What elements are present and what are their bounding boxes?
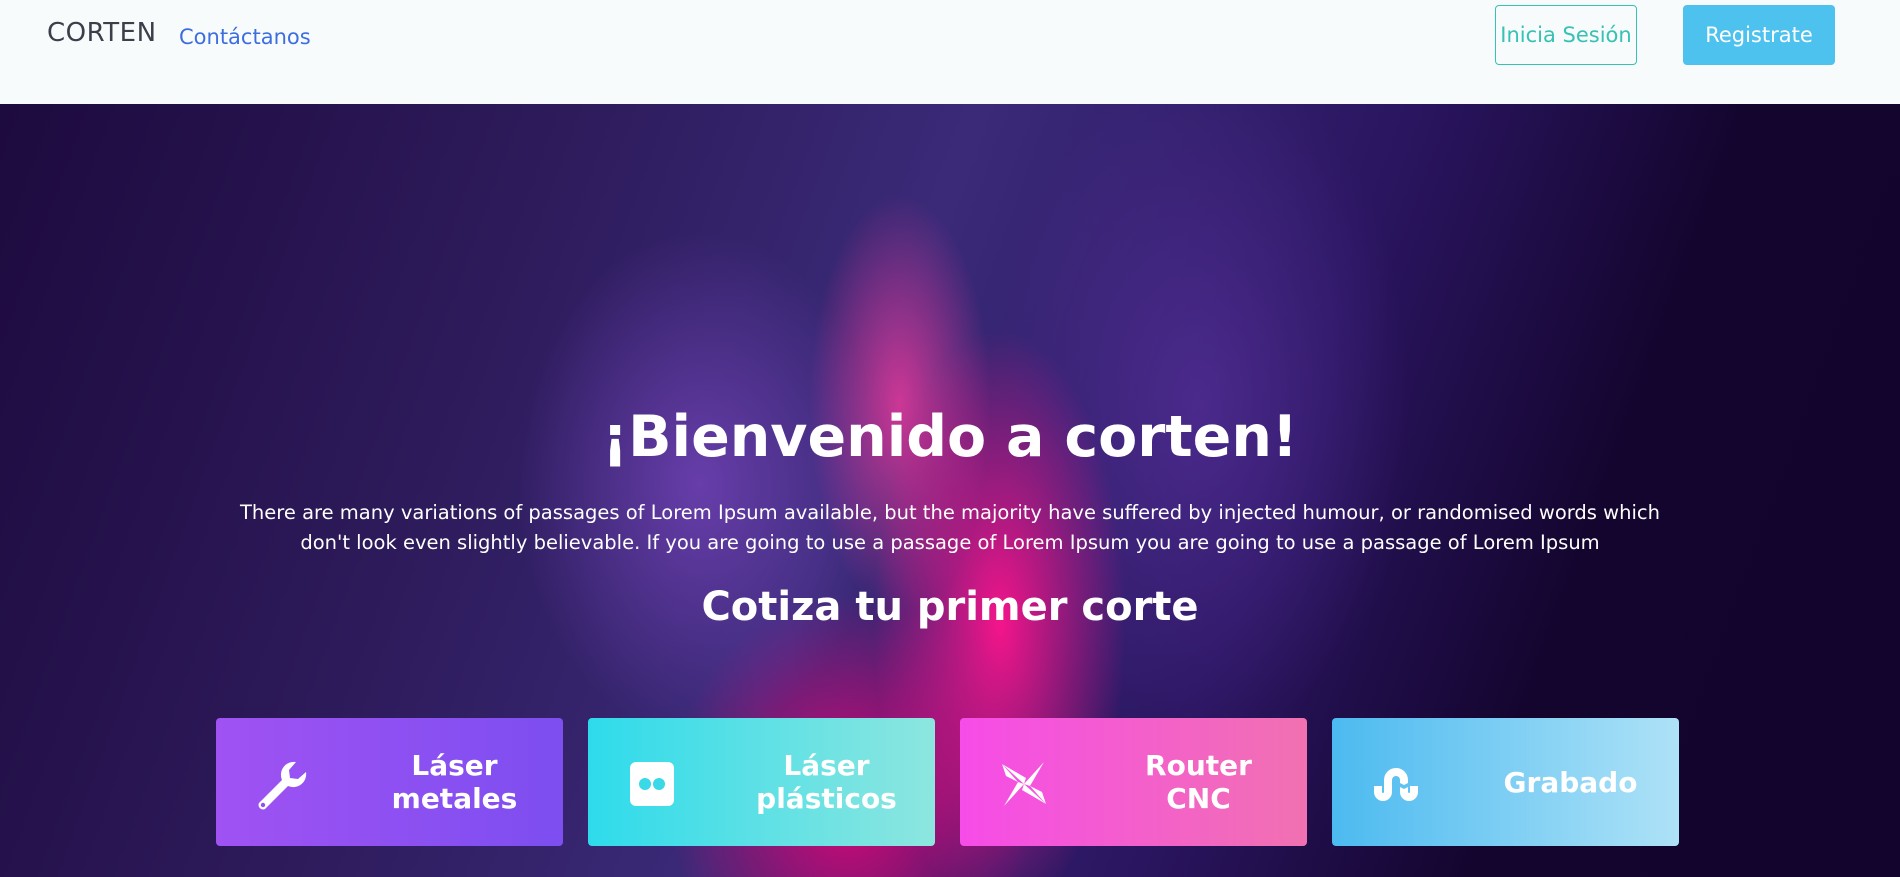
quote-subtitle: Cotiza tu primer corte	[701, 584, 1199, 630]
login-button[interactable]: Inicia Sesión	[1495, 5, 1637, 65]
pinwheel-icon	[996, 756, 1052, 812]
brand-logo[interactable]: CORTEN	[47, 18, 157, 48]
wrench-icon	[252, 756, 308, 812]
hero-section: ¡Bienvenido a corten! There are many var…	[0, 104, 1900, 877]
top-navbar: CORTEN Contáctanos Inicia Sesión Registr…	[0, 0, 1900, 104]
service-label: Grabado	[1503, 765, 1638, 799]
service-card-router-cnc[interactable]: Router CNC	[960, 718, 1307, 846]
service-card-laser-metales[interactable]: Láser metales	[216, 718, 563, 846]
service-card-laser-plasticos[interactable]: Láser plásticos	[588, 718, 935, 846]
service-card-grabado[interactable]: Grabado	[1332, 718, 1679, 846]
service-label: Láser metales	[391, 749, 518, 815]
flickr-icon	[624, 756, 680, 812]
register-button[interactable]: Registrate	[1683, 5, 1835, 65]
service-label: Router CNC	[1145, 749, 1252, 815]
hero-title: ¡Bienvenido a corten!	[602, 404, 1298, 470]
contact-link[interactable]: Contáctanos	[179, 25, 311, 49]
service-label: Láser plásticos	[756, 749, 897, 815]
stumbleupon-icon	[1368, 756, 1424, 812]
hero-description: There are many variations of passages of…	[240, 501, 1660, 554]
